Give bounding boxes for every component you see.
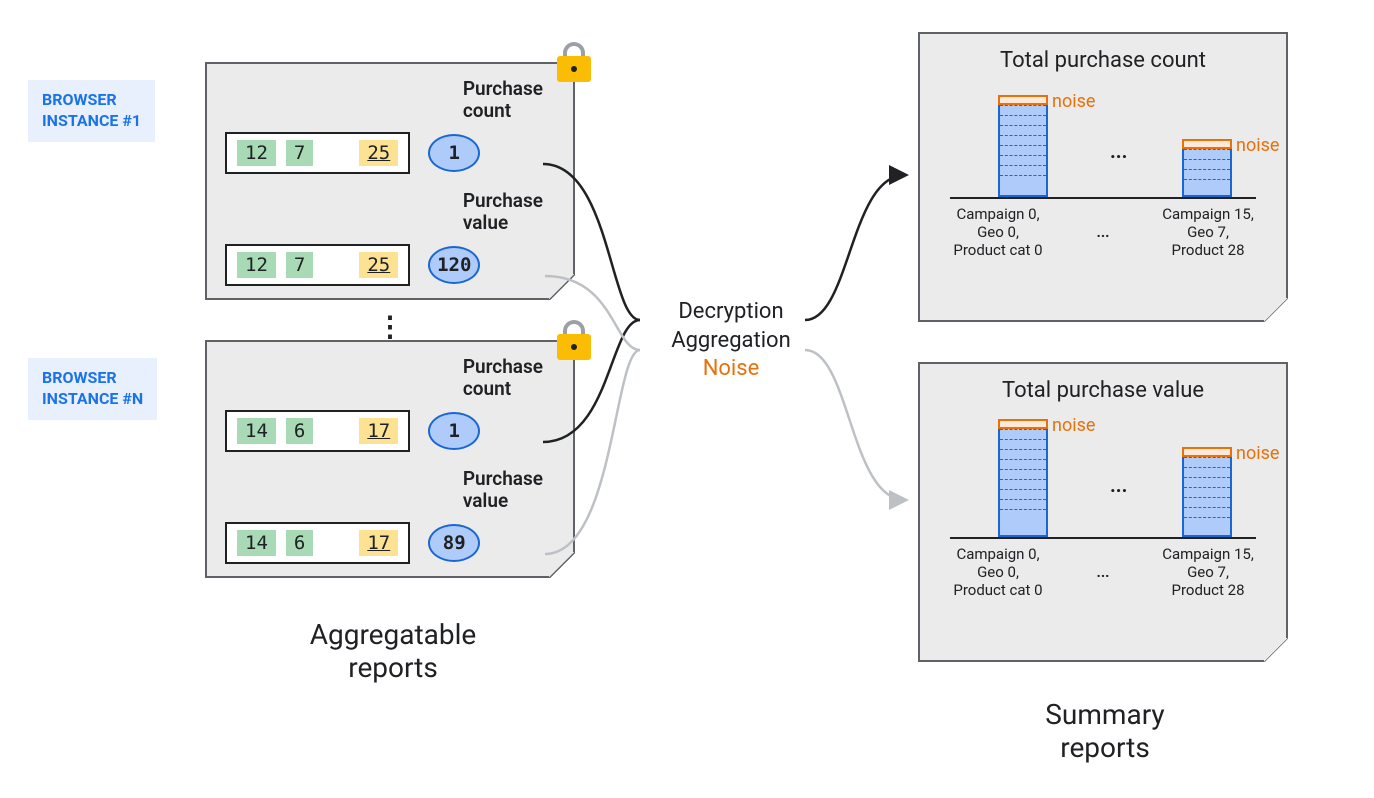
summary-report-count: Total purchase count noise ... noise Cam…: [918, 32, 1288, 322]
metric-label-value: Purchasevalue: [463, 190, 543, 234]
key-segment: 25: [359, 140, 398, 166]
key-segment: 17: [359, 418, 398, 444]
noise-label: noise: [1236, 135, 1279, 156]
lock-icon: [557, 320, 591, 360]
axis-tick-left: Campaign 0,Geo 0,Product cat 0: [938, 205, 1058, 259]
aggregatable-report-n: Purchasecount 14 6 17 1 Purchasevalue 14…: [205, 340, 575, 578]
lock-icon: [557, 42, 591, 82]
chart-title: Total purchase count: [938, 48, 1268, 73]
value-bubble-count: 1: [428, 134, 480, 172]
metric-label-value: Purchasevalue: [463, 468, 543, 512]
metric-label-count: Purchasecount: [463, 78, 543, 122]
axis-tick-right: Campaign 15,Geo 7,Product 28: [1148, 205, 1268, 259]
bar-chart-count: noise ... noise: [950, 79, 1256, 199]
key-segment: 6: [286, 530, 313, 556]
key-tuple: 14 6 17: [225, 410, 410, 452]
noise-label: noise: [1236, 443, 1279, 464]
value-bubble-value: 89: [428, 524, 480, 562]
browser-instance-label-n: BROWSERINSTANCE #N: [28, 358, 157, 420]
key-segment: 7: [286, 252, 313, 278]
key-segment: 17: [359, 530, 398, 556]
key-segment: 25: [359, 252, 398, 278]
section-title-summary: Summaryreports: [1000, 698, 1210, 764]
noise-label: noise: [1052, 415, 1095, 436]
key-tuple: 14 6 17: [225, 522, 410, 564]
chart-title: Total purchase value: [938, 378, 1268, 403]
section-title-aggregatable: Aggregatablereports: [268, 618, 518, 684]
axis-labels: Campaign 0,Geo 0,Product cat 0 ... Campa…: [938, 545, 1268, 599]
value-bubble-count: 1: [428, 412, 480, 450]
process-label: Decryption Aggregation Noise: [656, 298, 806, 384]
bar-chart-value: noise ... noise: [950, 409, 1256, 539]
axis-tick-left: Campaign 0,Geo 0,Product cat 0: [938, 545, 1058, 599]
key-segment: 12: [237, 140, 276, 166]
process-aggregation: Aggregation: [656, 327, 806, 356]
browser-instance-label-1: BROWSERINSTANCE #1: [28, 80, 155, 142]
key-segment: 12: [237, 252, 276, 278]
process-decryption: Decryption: [656, 298, 806, 327]
aggregatable-report-1: Purchasecount 12 7 25 1 Purchasevalue 12…: [205, 62, 575, 300]
process-noise: Noise: [656, 355, 806, 384]
horizontal-ellipsis-icon: ...: [1110, 139, 1127, 163]
key-segment: 7: [286, 140, 313, 166]
axis-labels: Campaign 0,Geo 0,Product cat 0 ... Campa…: [938, 205, 1268, 259]
axis-tick-right: Campaign 15,Geo 7,Product 28: [1148, 545, 1268, 599]
vertical-ellipsis-icon: ⋮: [376, 310, 406, 343]
key-segment: 6: [286, 418, 313, 444]
key-tuple: 12 7 25: [225, 244, 410, 286]
noise-label: noise: [1052, 91, 1095, 112]
horizontal-ellipsis-icon: ...: [1096, 223, 1109, 241]
key-tuple: 12 7 25: [225, 132, 410, 174]
horizontal-ellipsis-icon: ...: [1096, 563, 1109, 581]
key-segment: 14: [237, 418, 276, 444]
metric-label-count: Purchasecount: [463, 356, 543, 400]
value-bubble-value: 120: [428, 246, 480, 284]
horizontal-ellipsis-icon: ...: [1110, 473, 1127, 497]
key-segment: 14: [237, 530, 276, 556]
summary-report-value: Total purchase value noise ... noise Cam…: [918, 362, 1288, 662]
